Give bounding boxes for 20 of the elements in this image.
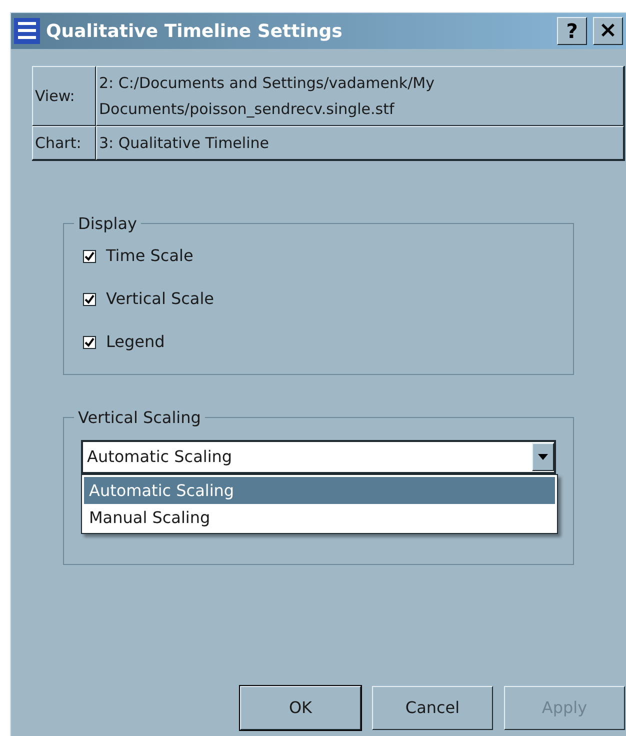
checkbox-label: Legend bbox=[106, 331, 165, 353]
help-button[interactable]: ? bbox=[557, 17, 587, 45]
info-label: Chart: bbox=[32, 126, 96, 160]
info-value: 2: C:/Documents and Settings/vadamenk/My Documents/poisson_sendrecv.single.stf bbox=[96, 66, 624, 126]
caret-icon bbox=[538, 454, 548, 460]
checkbox-label: Time Scale bbox=[106, 245, 194, 267]
dialog-button[interactable]: OK bbox=[240, 686, 361, 730]
window-title: Qualitative Timeline Settings bbox=[46, 20, 344, 44]
dialog-button[interactable]: Cancel bbox=[372, 686, 493, 730]
checkbox[interactable] bbox=[83, 250, 96, 262]
info-value: 3: Qualitative Timeline bbox=[96, 126, 624, 160]
checkbox[interactable] bbox=[83, 292, 96, 306]
dropdown-value: Automatic Scaling bbox=[87, 446, 234, 468]
close-button[interactable]: × bbox=[593, 17, 623, 45]
dropdown-arrow-button[interactable] bbox=[532, 443, 554, 471]
info-label: View: bbox=[32, 66, 96, 126]
dropdown-option[interactable]: Automatic Scaling bbox=[84, 477, 555, 504]
app-icon bbox=[14, 18, 40, 44]
checkbox[interactable] bbox=[83, 336, 96, 348]
checkbox-label: Vertical Scale bbox=[106, 288, 214, 310]
